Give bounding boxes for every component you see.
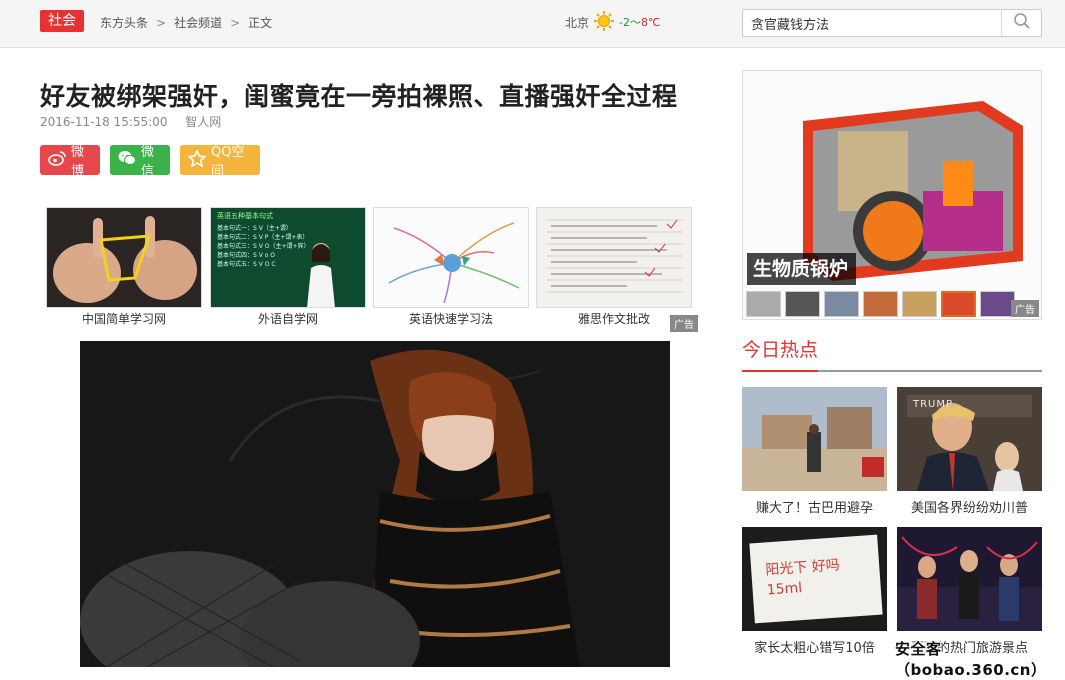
ad-item[interactable]: 雅思作文批改 [536,207,692,327]
hot-item-image [742,387,887,491]
lesson-board-title: 英语五种基本句式 [217,212,273,220]
ad-thumbnail-strip [746,291,1015,317]
ad-thumbnail[interactable] [863,291,898,317]
share-bar: 微博 微信 QQ空间 [40,145,260,179]
hot-item-image: 阳光下 好吗 15ml [742,527,887,631]
ad-thumbnail[interactable] [980,291,1015,317]
share-qzone-label: QQ空间 [211,145,245,179]
breadcrumb: 东方头条 > 社会频道 > 正文 [100,14,272,31]
ad-item[interactable]: 英语五种基本句式 基本句式一：S V（主+谓） 基本句式二：S V P（主+谓+… [210,207,366,327]
article-title: 好友被绑架强奸，闺蜜竟在一旁拍裸照、直播强奸全过程 [40,82,678,111]
search-button[interactable] [1001,10,1041,36]
lesson-line: 基本句式一：S V（主+谓） [217,225,292,232]
weather-widget: 北京 -2～8℃ [565,10,660,35]
ad-thumb-mind-map [373,207,529,308]
site-watermark: 安全客（bobao.360.cn） [895,640,1047,679]
lesson-board: 基本句式一：S V（主+谓） 基本句式二：S V P（主+谓+表） 基本句式三：… [211,224,365,269]
article-source[interactable]: 智人网 [185,115,221,129]
ad-thumbnail[interactable] [746,291,781,317]
ad-strip: 中国简单学习网 英语五种基本句式 基本句式一：S V（主+谓） 基本句式二：S … [46,207,698,332]
trump-sign: TRUMP [913,399,954,410]
breadcrumb-separator: > [230,16,241,30]
handwritten-note: 阳光下 好吗 15ml [764,557,841,599]
share-wechat-label: 微信 [141,145,155,179]
top-bar: 社会 东方头条 > 社会频道 > 正文 北京 -2～8℃ [0,0,1065,48]
search-box [742,9,1042,37]
hot-item[interactable]: TRUMP 美国各界纷纷劝川普 [897,387,1042,516]
search-input[interactable] [743,10,1001,36]
breadcrumb-channel[interactable]: 社会频道 [174,14,222,31]
share-wechat-button[interactable]: 微信 [110,145,170,179]
ad-thumbnail[interactable] [824,291,859,317]
share-weibo-label: 微博 [71,145,85,179]
ad-thumbnail[interactable] [902,291,937,317]
temp-low: -2 [619,16,630,29]
channel-badge[interactable]: 社会 [40,10,84,32]
ad-thumb-essay-paper [536,207,692,308]
temp-separator: ～ [629,16,641,29]
hot-item[interactable]: 蔓延的热门旅游景点 [897,527,1042,656]
article-meta: 2016-11-18 15:55:00 智人网 [40,113,221,130]
wechat-icon [118,150,136,170]
article-hero-image [80,341,670,667]
temp-high: 8℃ [640,16,661,29]
hot-item-caption: 赚大了！古巴用避孕 [755,501,873,516]
ad-item[interactable]: 英语快速学习法 [373,207,529,327]
share-qzone-button[interactable]: QQ空间 [180,145,260,179]
star-icon [187,148,207,171]
sidebar-ad-caption: 生物质锅炉 [747,253,857,285]
sidebar-ad[interactable]: 生物质锅炉 广告 [742,70,1042,320]
ad-thumb-hands-rubber-band [46,207,202,308]
ad-label: 英语快速学习法 [408,312,493,326]
publish-date: 2016-11-18 15:55:00 [40,115,168,129]
search-icon [1013,12,1031,34]
hot-section-header: 今日热点 [742,338,1042,372]
hot-item[interactable]: 阳光下 好吗 15ml 家长太粗心错写10倍 [742,527,887,656]
hot-item-image [897,527,1042,631]
temperature-range: -2～8℃ [619,14,660,30]
breadcrumb-separator: > [156,16,167,30]
ad-item[interactable]: 中国简单学习网 [46,207,202,327]
breadcrumb-home[interactable]: 东方头条 [100,14,148,31]
ad-label: 雅思作文批改 [577,312,650,326]
hot-item[interactable]: 赚大了！古巴用避孕 [742,387,887,516]
weibo-icon [48,150,66,170]
hot-section-title: 今日热点 [742,338,819,372]
weather-city: 北京 [565,15,590,30]
ad-thumb-english-lesson: 英语五种基本句式 基本句式一：S V（主+谓） 基本句式二：S V P（主+谓+… [210,207,366,308]
teacher-figure [307,243,335,307]
ad-label: 外语自学网 [257,312,318,326]
hot-item-caption: 家长太粗心错写10倍 [754,641,875,656]
ad-label: 中国简单学习网 [81,312,166,326]
ad-tag[interactable]: 广告 [1011,300,1039,317]
hot-item-image: TRUMP [897,387,1042,491]
breadcrumb-current: 正文 [248,16,273,30]
share-weibo-button[interactable]: 微博 [40,145,100,179]
ad-tag[interactable]: 广告 [670,315,698,332]
sun-icon [593,10,615,35]
ad-thumbnail-active[interactable] [941,291,976,317]
hot-item-caption: 美国各界纷纷劝川普 [910,501,1028,516]
ad-thumbnail[interactable] [785,291,820,317]
